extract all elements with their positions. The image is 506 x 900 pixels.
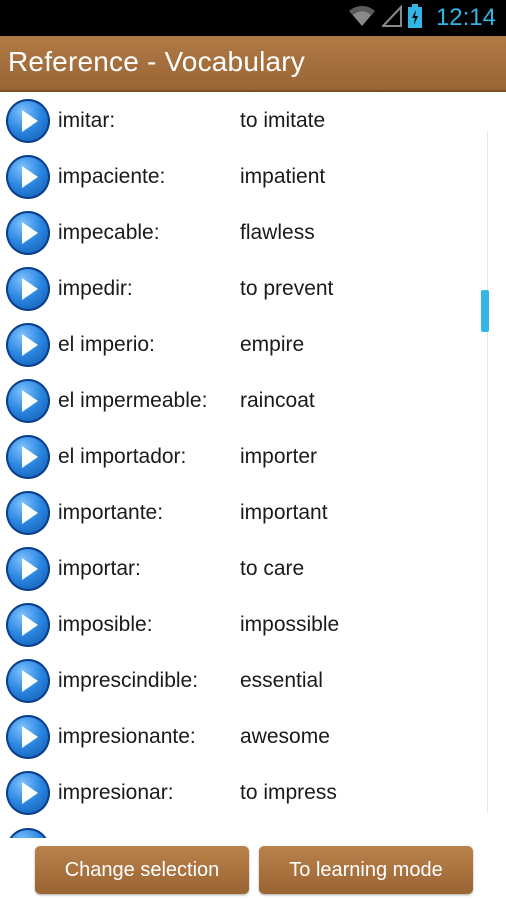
play-icon[interactable] — [6, 603, 50, 647]
play-icon[interactable] — [6, 828, 50, 838]
footer-bar: Change selection To learning mode — [0, 838, 506, 900]
spanish-term: imprescindible: — [58, 669, 199, 692]
english-translation: flawless — [240, 221, 315, 244]
scrollbar-track — [487, 132, 488, 812]
list-item: imposible: impossible — [0, 597, 480, 653]
signal-icon — [380, 3, 402, 32]
list-item: el importador: importer — [0, 429, 480, 485]
list-item: impresionar: to impress — [0, 765, 480, 821]
list-item: impresionante: awesome — [0, 709, 480, 765]
english-translation: essential — [240, 669, 323, 692]
spanish-term: importar: — [58, 557, 141, 580]
spanish-term: impaciente: — [58, 165, 166, 188]
spanish-term: el impermeable: — [58, 389, 208, 412]
wifi-icon — [348, 5, 376, 32]
list-item: impaciente: impatient — [0, 149, 480, 205]
spanish-term: importante: — [58, 501, 164, 524]
spanish-term: el imperio: — [58, 333, 155, 356]
english-translation: to care — [240, 557, 305, 580]
play-icon[interactable] — [6, 379, 50, 423]
english-translation: importer — [240, 445, 318, 468]
english-translation: to prevent — [240, 277, 334, 300]
play-icon[interactable] — [6, 715, 50, 759]
play-icon[interactable] — [6, 323, 50, 367]
play-icon[interactable] — [6, 211, 50, 255]
play-icon[interactable] — [6, 547, 50, 591]
spanish-term: impresionante: — [58, 725, 196, 748]
play-icon[interactable] — [6, 771, 50, 815]
list-item: impedir: to prevent — [0, 261, 480, 317]
change-selection-button[interactable]: Change selection — [35, 846, 249, 894]
play-icon[interactable] — [6, 659, 50, 703]
battery-icon — [407, 3, 422, 33]
list-item: importar: to care — [0, 541, 480, 597]
status-bar: 12:14 — [0, 0, 506, 36]
clock: 12:14 — [435, 4, 496, 31]
vocabulary-list[interactable]: imitar: to imitate impaciente: impatient… — [0, 92, 506, 838]
play-icon[interactable] — [6, 267, 50, 311]
english-translation: to imitate — [240, 109, 326, 132]
spanish-term: imposible: — [58, 613, 153, 636]
english-translation: awesome — [240, 725, 330, 748]
english-translation: impossible — [240, 613, 340, 636]
spanish-term: impresionar: — [58, 781, 174, 804]
english-translation: important — [240, 501, 328, 524]
spanish-term: imitar: — [58, 109, 116, 132]
scrollbar-thumb[interactable] — [481, 290, 489, 332]
play-icon[interactable] — [6, 435, 50, 479]
play-icon[interactable] — [6, 99, 50, 143]
spanish-term: impedir: — [58, 277, 133, 300]
list-item: imitar: to imitate — [0, 93, 480, 149]
spanish-term: el importador: — [58, 445, 187, 468]
english-translation: to impress — [240, 781, 337, 804]
learning-mode-button[interactable]: To learning mode — [259, 846, 473, 894]
list-item: el imperio: empire — [0, 317, 480, 373]
list-item: el impermeable: raincoat — [0, 373, 480, 429]
spanish-term: impecable: — [58, 221, 160, 244]
list-item: importante: important — [0, 485, 480, 541]
english-translation: empire — [240, 333, 305, 356]
english-translation: impatient — [240, 165, 326, 188]
list-item: imprescindible: essential — [0, 653, 480, 709]
list-item: impecable: flawless — [0, 205, 480, 261]
play-icon[interactable] — [6, 155, 50, 199]
title-bar: Reference - Vocabulary — [0, 36, 506, 92]
list-item-partial — [0, 822, 480, 838]
page-title: Reference - Vocabulary — [8, 46, 306, 77]
play-icon[interactable] — [6, 491, 50, 535]
english-translation: raincoat — [240, 389, 315, 412]
